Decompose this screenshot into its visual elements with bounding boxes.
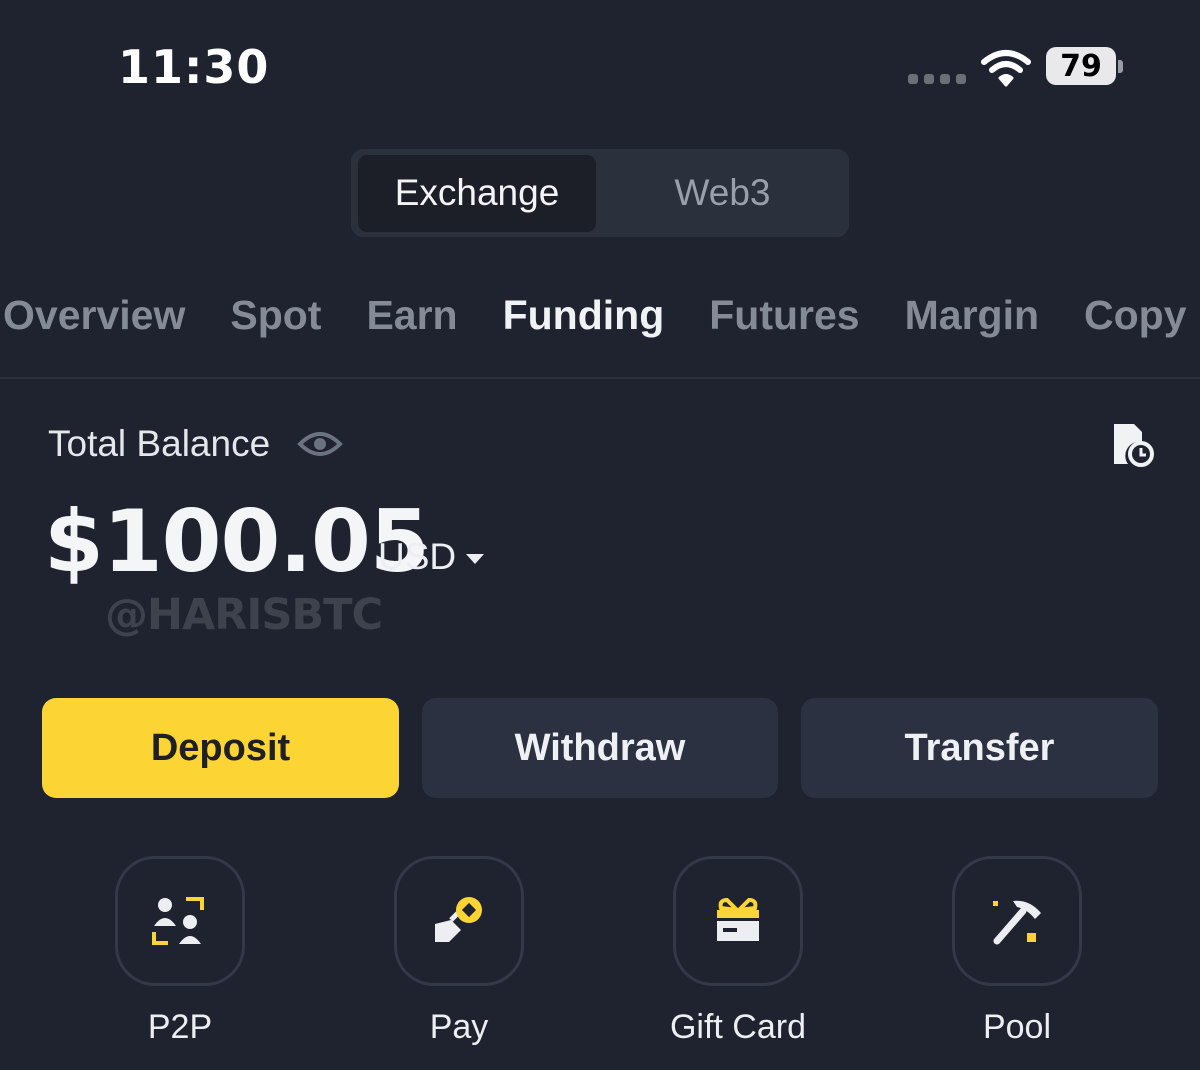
pool-button[interactable] — [952, 856, 1082, 986]
p2p-icon — [152, 897, 204, 945]
history-icon[interactable] — [1108, 420, 1154, 468]
wallet-tabs: Overview Spot Earn Funding Futures Margi… — [3, 292, 1200, 339]
wifi-icon — [981, 50, 1031, 87]
tab-overview[interactable]: Overview — [3, 292, 185, 339]
currency-label: USD — [378, 536, 457, 577]
pool-label: Pool — [982, 1008, 1052, 1046]
tab-funding[interactable]: Funding — [503, 292, 665, 339]
cellular-signal-icon — [908, 74, 966, 84]
gift-card-icon — [717, 897, 759, 941]
gift-card-label: Gift Card — [669, 1008, 807, 1046]
battery-cap — [1118, 60, 1123, 73]
caret-down-icon — [466, 554, 485, 564]
tab-margin[interactable]: Margin — [905, 292, 1039, 339]
total-balance-label: Total Balance — [48, 423, 271, 464]
p2p-button[interactable] — [115, 856, 245, 986]
mode-exchange[interactable]: Exchange — [358, 149, 596, 237]
tab-spot[interactable]: Spot — [230, 292, 321, 339]
tab-futures[interactable]: Futures — [709, 292, 859, 339]
watermark: @HARISBTC — [105, 590, 383, 640]
currency-selector[interactable]: USD — [378, 536, 485, 578]
mode-web3[interactable]: Web3 — [600, 149, 845, 237]
pay-label: Pay — [429, 1008, 489, 1046]
tab-copy[interactable]: Copy — [1084, 292, 1187, 339]
withdraw-button[interactable]: Withdraw — [422, 698, 778, 798]
eye-icon[interactable] — [297, 426, 343, 462]
balance-amount: $100.05 — [44, 492, 430, 592]
gift-card-button[interactable] — [673, 856, 803, 986]
pay-icon — [435, 897, 482, 942]
battery-indicator: 79 — [1046, 47, 1116, 85]
status-time: 11:30 — [118, 40, 270, 94]
transfer-button[interactable]: Transfer — [801, 698, 1158, 798]
p2p-label: P2P — [147, 1008, 213, 1046]
tab-earn[interactable]: Earn — [366, 292, 457, 339]
tabs-divider — [0, 377, 1200, 379]
deposit-button[interactable]: Deposit — [42, 698, 399, 798]
pay-button[interactable] — [394, 856, 524, 986]
pool-icon — [993, 900, 1041, 945]
